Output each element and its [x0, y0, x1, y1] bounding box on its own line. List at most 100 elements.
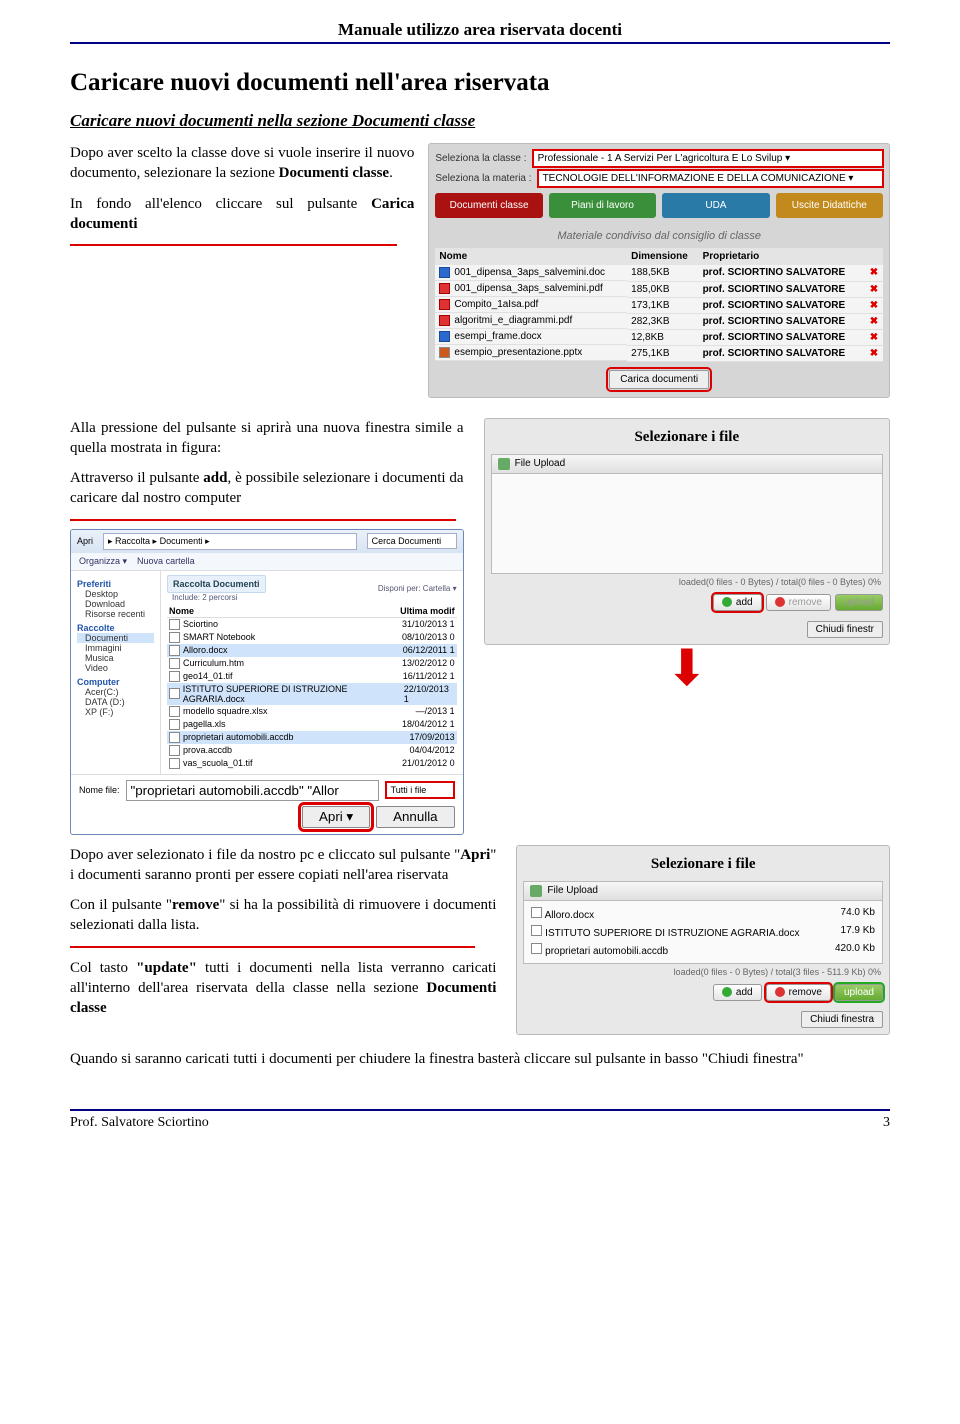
select-subject[interactable]: TECNOLOGIE DELL'INFORMAZIONE E DELLA COM… [538, 170, 883, 187]
library-header: Raccolta Documenti [167, 575, 266, 593]
add-button[interactable]: add [713, 594, 762, 611]
list-item[interactable]: geo14_01.tif16/11/2012 1 [167, 670, 457, 683]
list-item[interactable]: Sciortino31/10/2013 1 [167, 618, 457, 631]
select-class[interactable]: Professionale - 1 A Servizi Per L'agrico… [533, 150, 883, 167]
file-icon [439, 299, 450, 310]
dialog-title: Apri [77, 536, 93, 546]
search-input[interactable]: Cerca Documenti [367, 533, 457, 549]
page-footer: Prof. Salvatore Sciortino 3 [70, 1109, 890, 1131]
file-upload-icon [530, 885, 542, 897]
mid-paragraph-1: Alla pressione del pulsante si aprirà un… [70, 418, 464, 459]
table-row: algoritmi_e_diagrammi.pdf282,3KBprof. SC… [435, 313, 883, 329]
arrow-icon: ⬇ [484, 651, 890, 686]
file-icon [439, 331, 450, 342]
delete-icon[interactable]: ✖ [865, 265, 883, 281]
add-button[interactable]: add [713, 984, 762, 1001]
documents-table: Nome Dimensione Proprietario 001_dipensa… [435, 248, 883, 362]
close-window-button[interactable]: Chiudi finestra [801, 1011, 883, 1028]
list-item[interactable]: Curriculum.htm13/02/2012 0 [167, 657, 457, 670]
table-row: Compito_1aIsa.pdf173,1KBprof. SCIORTINO … [435, 297, 883, 313]
file-icon [439, 267, 450, 278]
list-item[interactable]: pagella.xls18/04/2012 1 [167, 718, 457, 731]
page-title: Caricare nuovi documenti nell'area riser… [70, 69, 890, 97]
file-icon [439, 347, 450, 358]
screenshot-upload-empty: Selezionare i file File Upload loaded(0 … [484, 418, 890, 645]
closing-paragraph: Quando si saranno caricati tutti i docum… [70, 1049, 890, 1069]
list-item[interactable]: Alloro.docx06/12/2011 1 [167, 644, 457, 657]
file-icon [169, 706, 180, 717]
table-row: 001_dipensa_3aps_salvemini.doc188,5KBpro… [435, 265, 883, 281]
screenshot-open-dialog: Apri ▸ Raccolta ▸ Documenti ▸ Cerca Docu… [70, 529, 464, 835]
lower-p3: Col tasto "update" tutti i documenti nel… [70, 958, 496, 1019]
tab-piani-lavoro[interactable]: Piani di lavoro [549, 193, 656, 218]
delete-icon[interactable]: ✖ [865, 345, 883, 361]
list-item[interactable]: vas_scuola_01.tif21/01/2012 0 [167, 757, 457, 770]
cancel-button[interactable]: Annulla [376, 806, 454, 828]
remove-button[interactable]: remove [766, 984, 831, 1001]
table-row: esempio_presentazione.pptx275,1KBprof. S… [435, 345, 883, 361]
col-owner: Proprietario [699, 248, 865, 265]
footer-author: Prof. Salvatore Sciortino [70, 1115, 209, 1131]
tab-uda[interactable]: UDA [662, 193, 769, 218]
file-icon [169, 619, 180, 630]
close-window-button[interactable]: Chiudi finestr [807, 621, 883, 638]
table-row: esempi_frame.docx12,8KBprof. SCIORTINO S… [435, 329, 883, 345]
delete-icon[interactable]: ✖ [865, 281, 883, 297]
upload-status: loaded(0 files - 0 Bytes) / total(3 file… [523, 964, 883, 980]
breadcrumb[interactable]: ▸ Raccolta ▸ Documenti ▸ [103, 533, 357, 550]
file-icon [169, 671, 180, 682]
list-item[interactable]: proprietari automobili.accdb17/09/2013 [167, 731, 457, 744]
list-item[interactable]: prova.accdb04/04/2012 [167, 744, 457, 757]
file-upload-icon [498, 458, 510, 470]
sidebar: Preferiti Desktop Download Risorse recen… [71, 571, 161, 774]
pointer-line [70, 946, 475, 948]
carica-documenti-button[interactable]: Carica documenti [609, 370, 709, 389]
upload-button[interactable]: upload [835, 984, 883, 1001]
remove-button[interactable]: remove [766, 594, 831, 611]
file-icon [169, 719, 180, 730]
table-caption: Materiale condiviso dal consiglio di cla… [435, 224, 883, 248]
file-icon [169, 658, 180, 669]
tab-uscite-didattiche[interactable]: Uscite Didattiche [776, 193, 883, 218]
pointer-line [70, 519, 456, 521]
organize-menu[interactable]: Organizza ▾ [79, 556, 127, 567]
upload-row: proprietari automobili.accdb420.0 Kb [528, 941, 878, 959]
intro-paragraph-1: Dopo aver scelto la classe dove si vuole… [70, 143, 414, 184]
file-icon [531, 907, 542, 918]
upload-title: Selezionare i file [523, 852, 883, 881]
file-type-select[interactable]: Tutti i file [385, 781, 455, 799]
filename-label: Nome file: [79, 785, 120, 795]
pointer-line [70, 244, 397, 246]
delete-icon[interactable]: ✖ [865, 313, 883, 329]
tab-documenti-classe[interactable]: Documenti classe [435, 193, 542, 218]
file-icon [169, 688, 180, 699]
upload-row: Alloro.docx74.0 Kb [528, 905, 878, 923]
footer-page-number: 3 [883, 1115, 890, 1131]
file-icon [169, 645, 180, 656]
list-item[interactable]: SMART Notebook08/10/2013 0 [167, 631, 457, 644]
list-item[interactable]: modello squadre.xlsx—/2013 1 [167, 705, 457, 718]
delete-icon[interactable]: ✖ [865, 297, 883, 313]
list-item[interactable]: ISTITUTO SUPERIORE DI ISTRUZIONE AGRARIA… [167, 683, 457, 705]
section-subtitle: Caricare nuovi documenti nella sezione D… [70, 111, 890, 131]
table-row: 001_dipensa_3aps_salvemini.pdf185,0KBpro… [435, 281, 883, 297]
delete-icon[interactable]: ✖ [865, 329, 883, 345]
lower-p2: Con il pulsante "remove" si ha la possib… [70, 895, 496, 936]
intro-paragraph-2: In fondo all'elenco cliccare sul pulsant… [70, 194, 414, 235]
new-folder-button[interactable]: Nuova cartella [137, 556, 195, 567]
upload-button[interactable]: upload [835, 594, 883, 611]
file-icon [169, 745, 180, 756]
col-name: Nome [435, 248, 627, 265]
mid-paragraph-2: Attraverso il pulsante add, è possibile … [70, 468, 464, 509]
file-icon [531, 925, 542, 936]
filename-input[interactable] [126, 780, 379, 801]
label-select-class: Seleziona la classe : [435, 153, 526, 164]
upload-status: loaded(0 files - 0 Bytes) / total(0 file… [491, 574, 883, 590]
label-select-subject: Seleziona la materia : [435, 173, 531, 184]
upload-row: ISTITUTO SUPERIORE DI ISTRUZIONE AGRARIA… [528, 923, 878, 941]
open-button[interactable]: Apri ▾ [302, 806, 370, 828]
screenshot-document-list: Seleziona la classe : Professionale - 1 … [428, 143, 890, 398]
col-size: Dimensione [627, 248, 698, 265]
file-icon [169, 732, 180, 743]
upload-title: Selezionare i file [491, 425, 883, 454]
